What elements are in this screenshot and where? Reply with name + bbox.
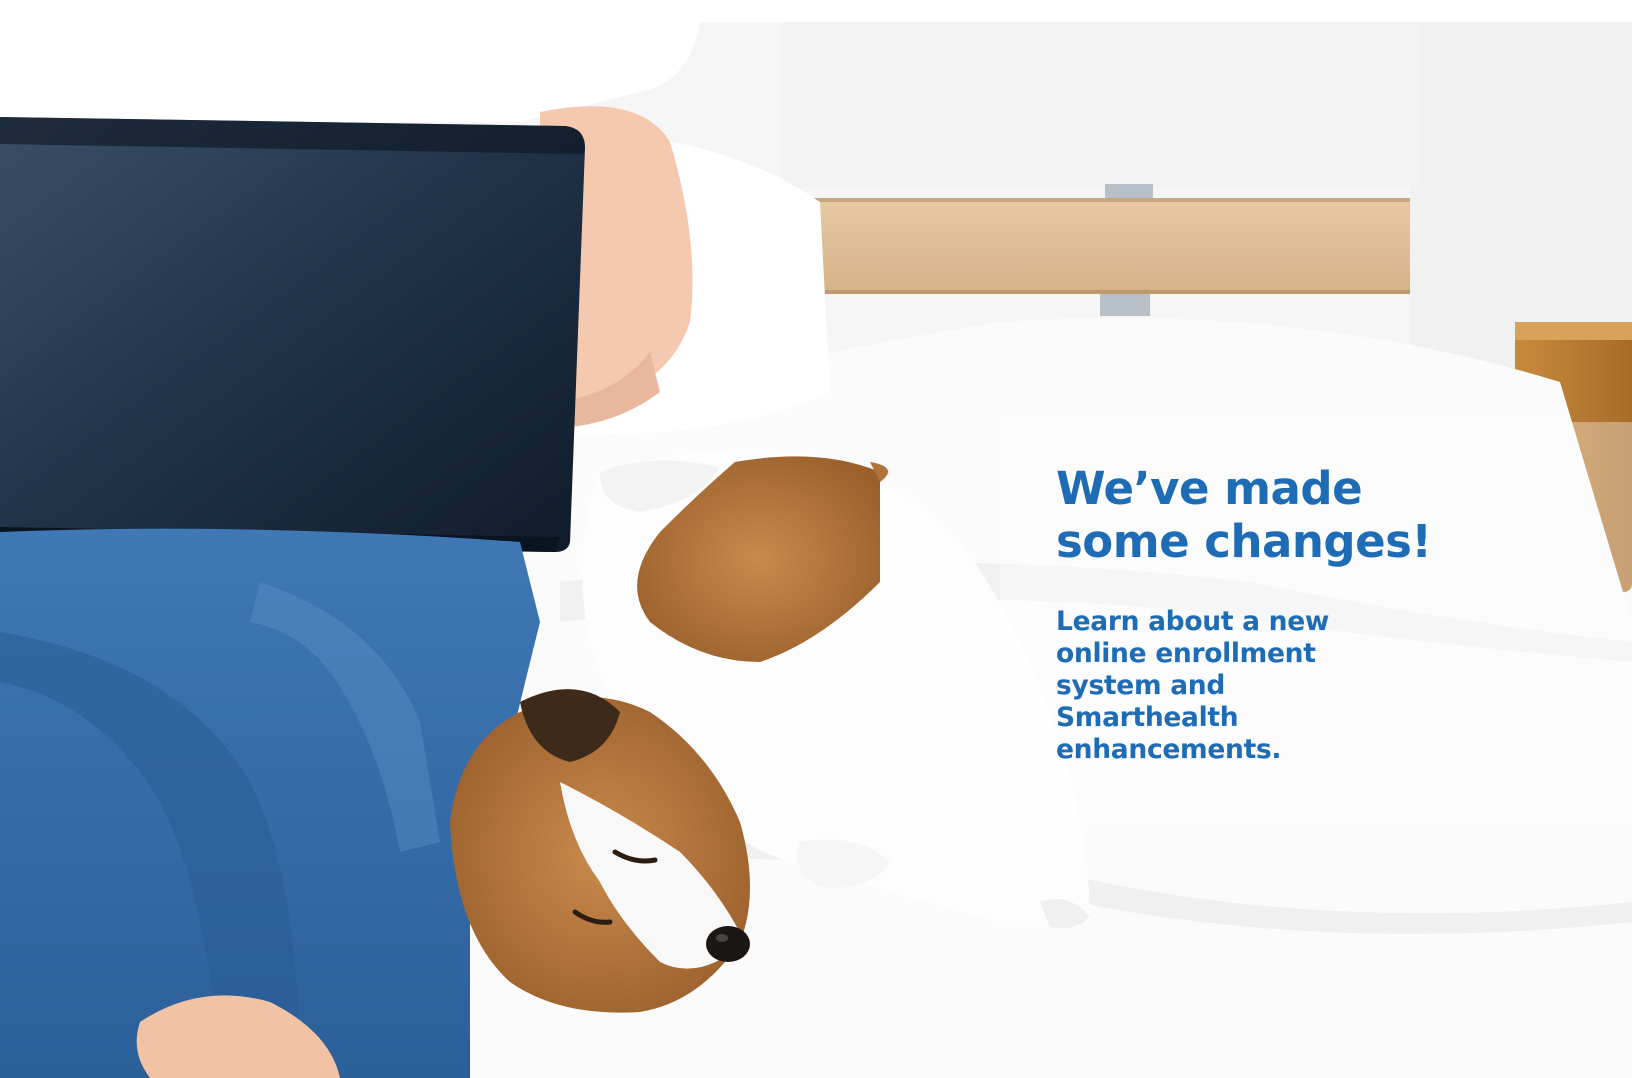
subhead-line-3: system and Smarthealth — [1056, 670, 1239, 733]
headline-line-2: some changes! — [1056, 515, 1432, 568]
hero-copy: We’ve made some changes! Learn about a n… — [1056, 462, 1476, 766]
subhead-line-4: enhancements. — [1056, 734, 1282, 765]
headline: We’ve made some changes! — [1056, 462, 1476, 568]
subhead-line-2: online enrollment — [1056, 638, 1316, 669]
top-strip — [0, 0, 1632, 22]
subhead: Learn about a new online enrollment syst… — [1056, 606, 1416, 766]
page: We’ve made some changes! Learn about a n… — [0, 0, 1632, 1078]
subhead-line-1: Learn about a new — [1056, 606, 1330, 637]
headline-line-1: We’ve made — [1056, 462, 1363, 515]
